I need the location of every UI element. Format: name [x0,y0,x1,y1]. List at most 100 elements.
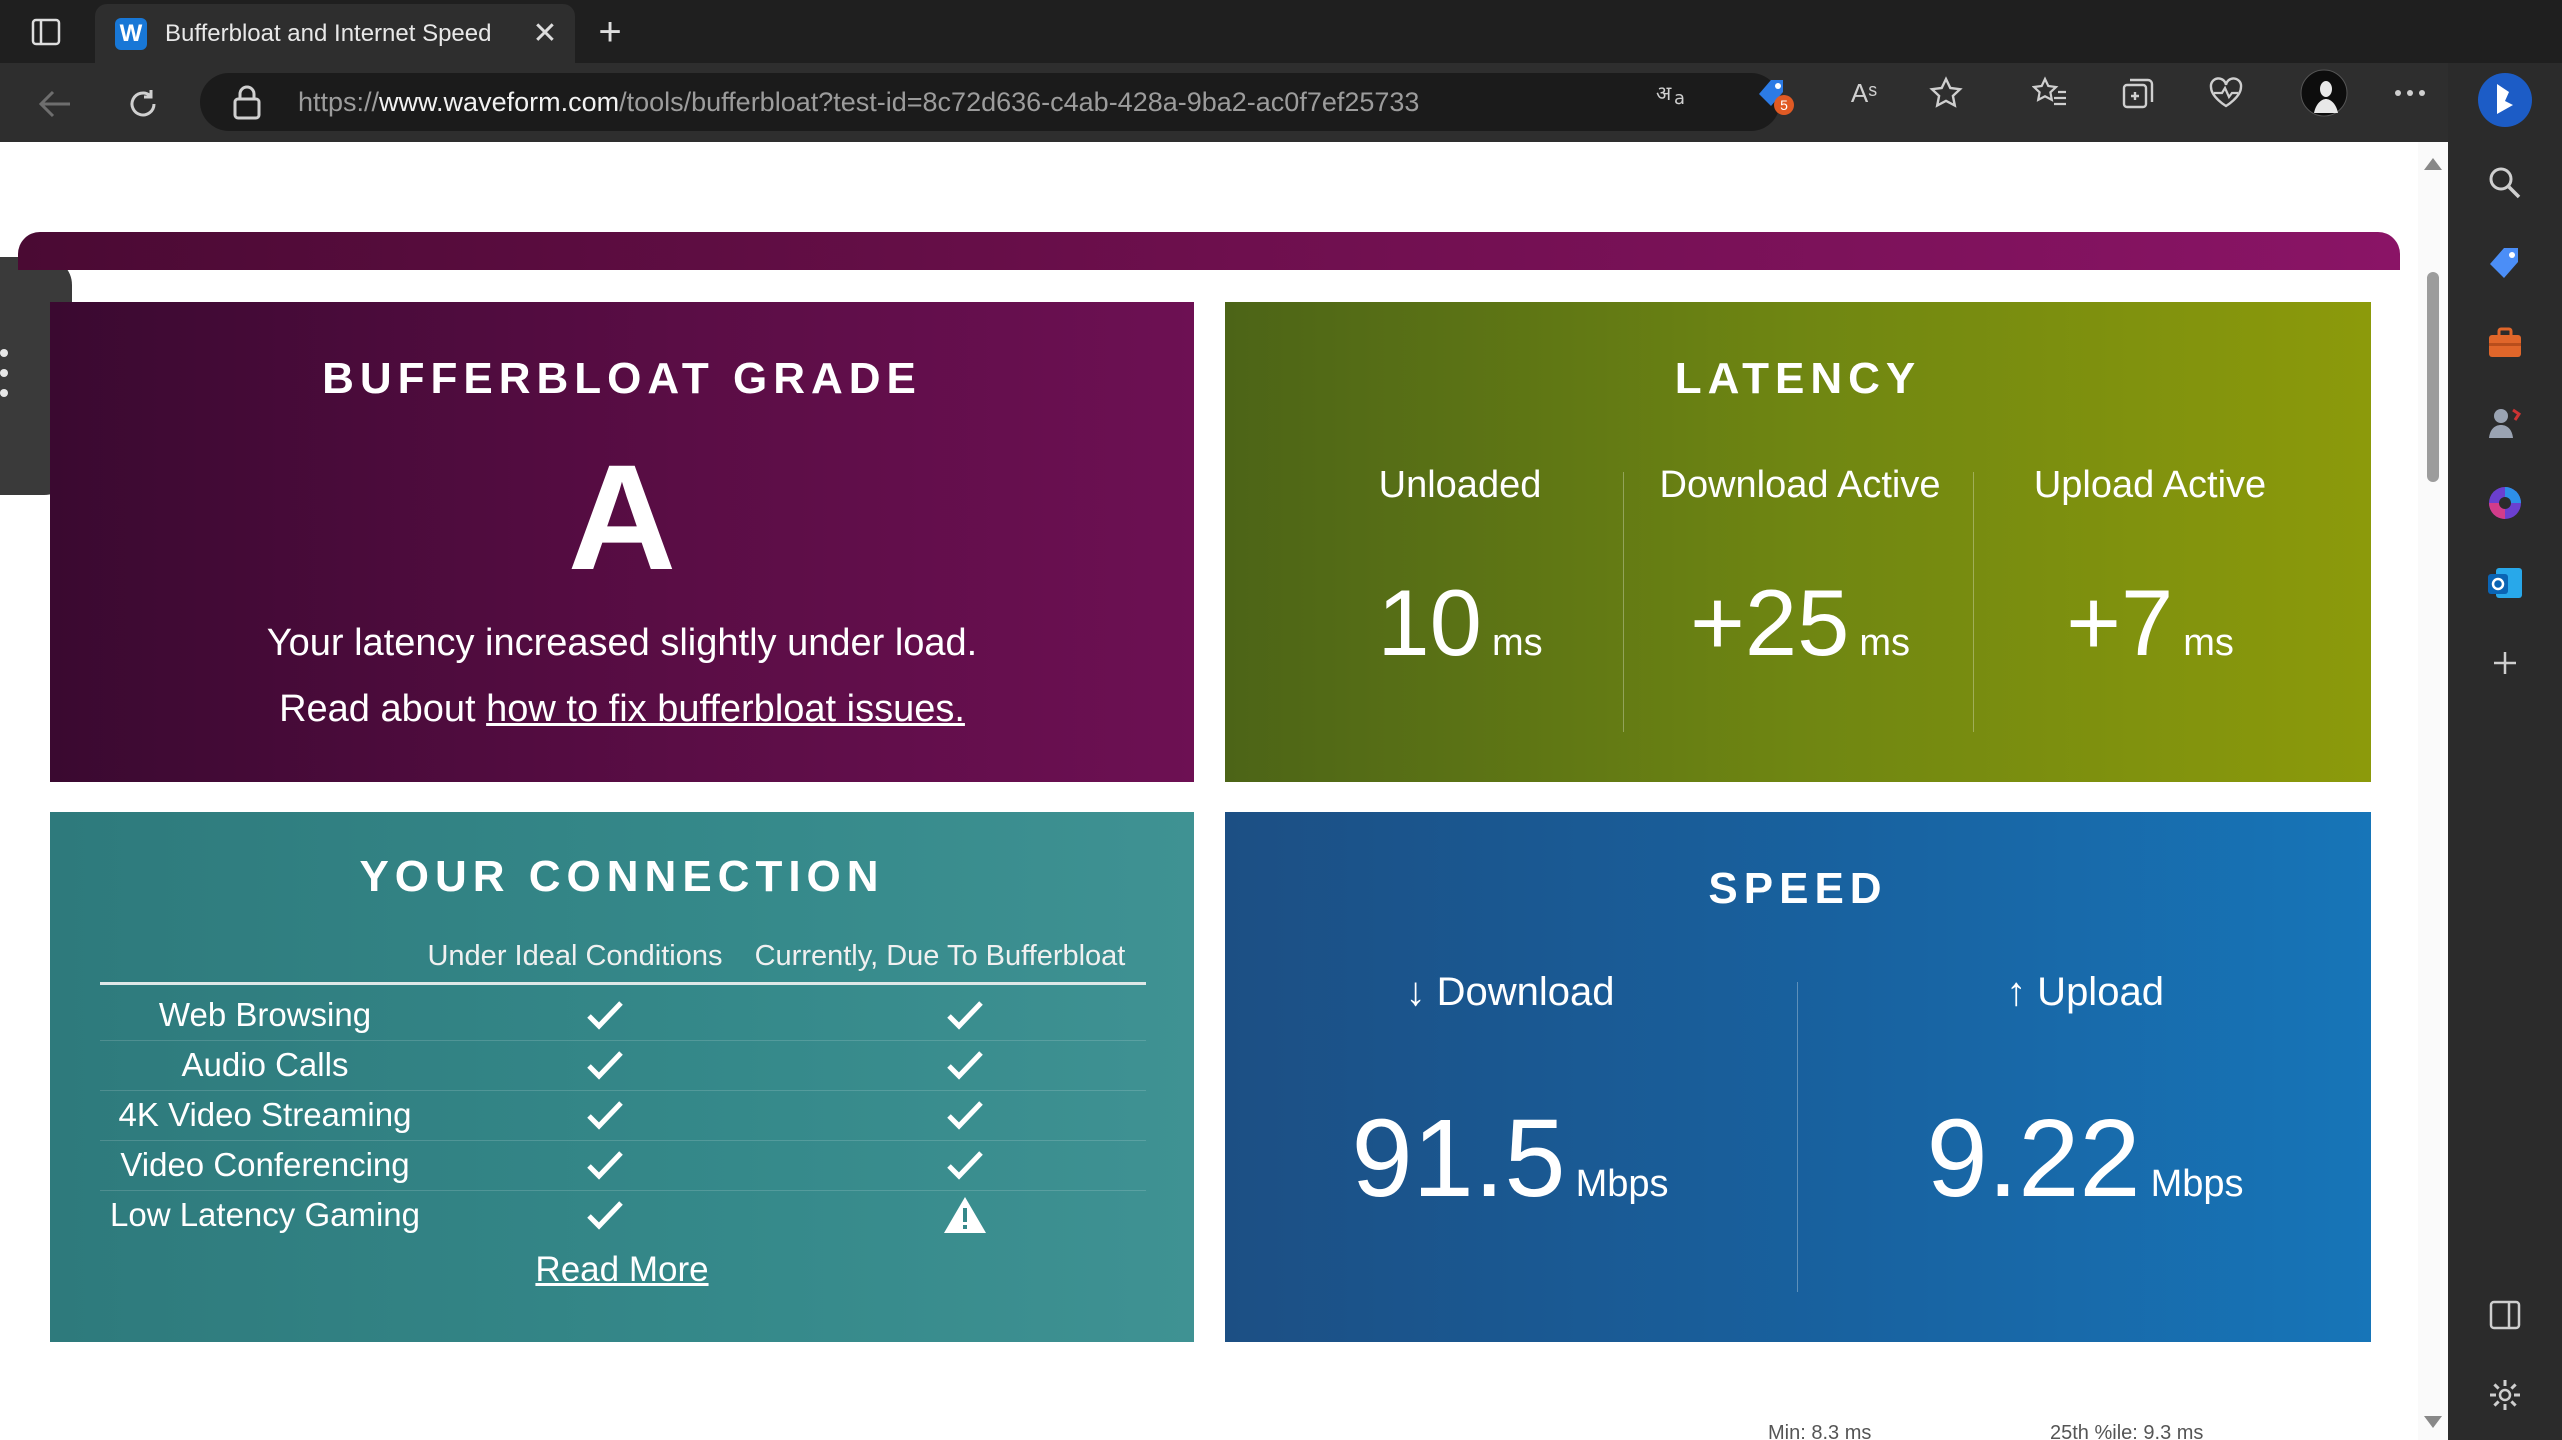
search-icon[interactable] [2481,159,2529,207]
table-row: Audio Calls [100,1040,1146,1091]
read-more-link[interactable]: Read More [50,1250,1194,1290]
tab-title: Bufferbloat and Internet Speed [165,19,492,47]
bing-copilot-icon[interactable] [2477,72,2533,128]
checkmark-icon [575,1190,635,1240]
favorite-star-icon[interactable] [1926,73,1966,113]
grade-help-line: Read about how to fix bufferbloat issues… [50,688,1194,731]
speed-title: SPEED [1708,864,1888,913]
shopping-badge: 5 [1774,95,1794,115]
handle-dot [0,389,8,397]
more-options-icon[interactable] [2390,73,2430,113]
table-row: 4K Video Streaming [100,1090,1146,1141]
your-connection-panel: YOUR CONNECTION Under Ideal Conditions C… [50,812,1194,1342]
latency-unloaded-unit: ms [1491,622,1543,664]
latency-download-value: +25 [1689,570,1850,675]
url-prefix: https:// [298,86,380,117]
download-speed: ↓ Download 91.5 Mbps [1285,970,1735,1222]
url-domain: www.waveform.com [379,86,620,117]
lock-icon[interactable] [232,84,262,120]
download-unit: Mbps [1575,1163,1669,1205]
tab-actions-icon [31,18,61,46]
upload-label: ↑ Upload [2006,970,2164,1014]
current-conditions-header: Currently, Due To Bufferbloat [754,940,1126,972]
hide-sidebar-icon[interactable] [2481,1291,2529,1339]
checkmark-icon [935,1140,995,1190]
upload-value: 9.22 [1926,1097,2141,1220]
latency-unloaded-label: Unloaded [1378,464,1542,506]
profile-avatar[interactable] [2298,67,2350,119]
use-case-name: Web Browsing [158,996,372,1033]
table-row: Video Conferencing [100,1140,1146,1191]
latency-download-active: Download Active +25 ms [1635,464,1965,677]
latency-unloaded: Unloaded 10 ms [1310,464,1610,677]
add-sidebar-app-icon[interactable] [2481,639,2529,687]
download-value: 91.5 [1351,1097,1566,1220]
favorites-list-icon[interactable] [2030,73,2070,113]
browser-title-bar: W Bufferbloat and Internet Speed ✕ + [0,0,2562,63]
tools-briefcase-icon[interactable] [2481,319,2529,367]
ideal-conditions-header: Under Ideal Conditions [427,940,723,972]
latency-download-unit: ms [1859,622,1911,664]
use-case-name: Low Latency Gaming [109,1196,420,1233]
latency-panel: LATENCY Unloaded 10 ms Download Active +2… [1225,302,2371,782]
grade-description: Your latency increased slightly under lo… [266,622,978,664]
min-latency-stat: Min: 8.3 ms [1768,1422,1872,1440]
edge-sidebar [2448,63,2562,1440]
checkmark-icon [935,1090,995,1140]
grade-title: BUFFERBLOAT GRADE [322,354,922,403]
outlook-icon[interactable] [2481,559,2529,607]
bufferbloat-grade-panel: BUFFERBLOAT GRADE A Your latency increas… [50,302,1194,782]
latency-upload-unit: ms [2183,622,2234,664]
scroll-down-arrow-icon[interactable] [2424,1416,2442,1428]
checkmark-icon [575,1040,635,1090]
shopping-tag-icon[interactable] [2481,239,2529,287]
checkmark-icon [935,990,995,1040]
latency-divider [1623,472,1624,732]
games-icon[interactable] [2481,399,2529,447]
address-bar[interactable]: https://www.waveform.com/tools/bufferblo… [200,73,1780,131]
tab-actions-button[interactable] [22,12,70,52]
refresh-icon [130,90,156,117]
scroll-up-arrow-icon[interactable] [2424,158,2442,170]
speed-panel: SPEED ↓ Download 91.5 Mbps ↑ Upload 9.22 M… [1225,812,2371,1342]
connection-title: YOUR CONNECTION [359,852,885,901]
read-aloud-icon[interactable]: Aˢ [1844,73,1884,113]
latency-upload-label: Upload Active [2033,464,2267,506]
table-row: Web Browsing [100,990,1146,1041]
upload-unit: Mbps [2150,1163,2244,1205]
sidebar-settings-gear-icon[interactable] [2481,1371,2529,1419]
collections-icon[interactable] [2118,73,2158,113]
refresh-button[interactable] [120,81,166,127]
browser-tab[interactable]: W Bufferbloat and Internet Speed ✕ [95,4,575,63]
microsoft-365-icon[interactable] [2481,479,2529,527]
url-path: /tools/bufferbloat?test-id=8c72d636-c4ab… [619,86,1420,117]
latency-upload-value: +7 [2066,570,2174,675]
percentile-latency-stat: 25th %ile: 9.3 ms [2050,1422,2204,1440]
back-button[interactable] [32,81,78,127]
latency-download-label: Download Active [1659,464,1941,506]
use-case-name: Video Conferencing [120,1146,410,1183]
use-case-name: Audio Calls [181,1046,349,1083]
read-aloud-label: Aˢ [1850,77,1878,108]
url-text[interactable]: https://www.waveform.com/tools/bufferblo… [298,87,1419,118]
warning-triangle-icon [935,1190,995,1240]
page-scrollbar[interactable] [2418,142,2448,1440]
fix-bufferbloat-link[interactable]: how to fix bufferbloat issues. [486,688,965,730]
table-row: Low Latency Gaming [100,1190,1146,1240]
waveform-favicon-icon: W [115,17,147,50]
use-case-name: 4K Video Streaming [118,1096,412,1133]
checkmark-icon [575,990,635,1040]
download-label: ↓ Download [1405,970,1615,1014]
new-tab-button[interactable]: + [590,10,630,54]
browser-toolbar: https://www.waveform.com/tools/bufferblo… [0,63,2562,142]
browser-essentials-icon[interactable] [2206,73,2246,113]
translate-icon[interactable]: अa [1654,73,1694,113]
svg-text:a: a [1674,88,1685,108]
tab-close-icon[interactable]: ✕ [527,16,563,51]
page-viewport[interactable]: BUFFERBLOAT GRADE A Your latency increas… [0,142,2448,1440]
table-header-rule [100,982,1146,985]
svg-text:अ: अ [1656,81,1672,105]
scroll-thumb[interactable] [2427,272,2439,482]
shopping-extension-icon[interactable]: 5 [1752,73,1794,115]
speed-divider [1797,982,1798,1292]
